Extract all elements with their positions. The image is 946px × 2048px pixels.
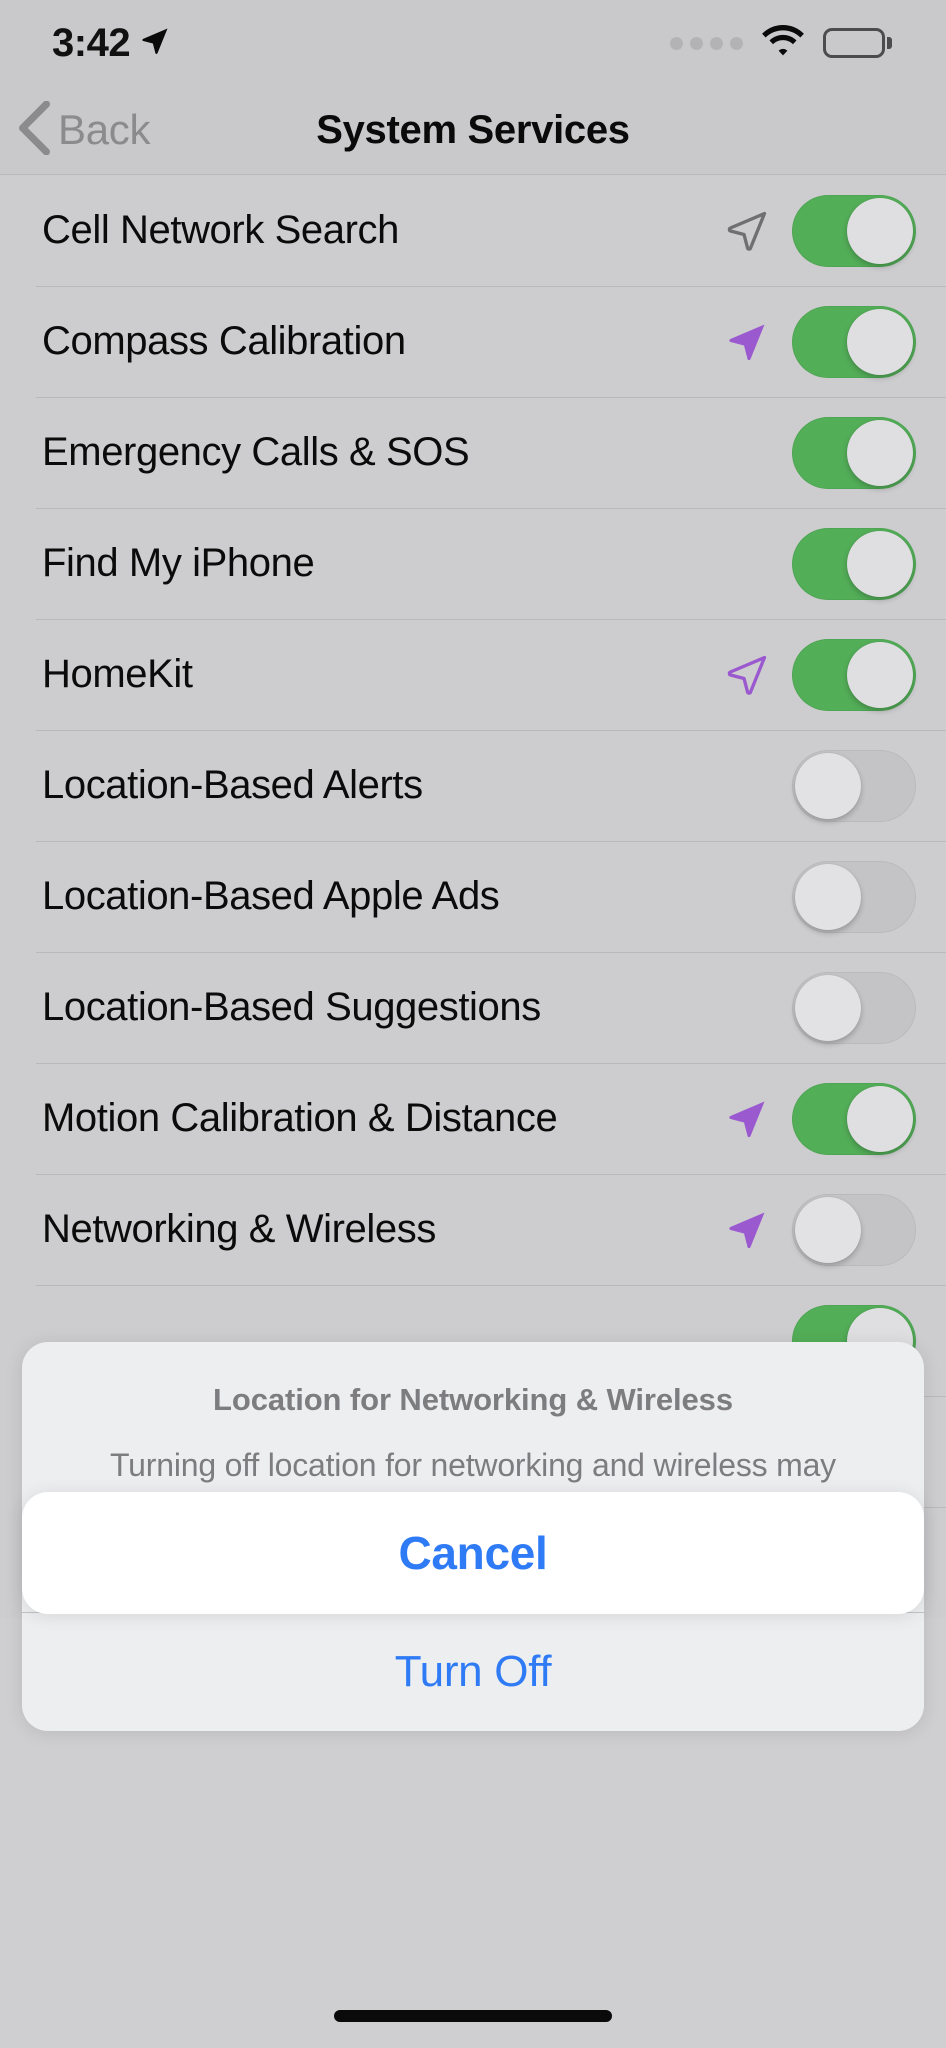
toggle-knob [795, 864, 861, 930]
row-label: Emergency Calls & SOS [42, 430, 726, 475]
toggle-knob [795, 975, 861, 1041]
location-arrow-icon [726, 1098, 768, 1140]
table-row[interactable]: Cell Network Search [0, 175, 946, 286]
toggle-switch[interactable] [792, 528, 916, 600]
cellular-signal-icon [670, 37, 743, 50]
row-accessory [726, 528, 916, 600]
toggle-switch[interactable] [792, 1194, 916, 1266]
location-arrow-icon [726, 1209, 768, 1251]
location-arrow-icon [140, 26, 170, 61]
row-accessory [726, 1194, 916, 1266]
status-bar: 3:42 [0, 0, 946, 86]
row-label: Motion Calibration & Distance [42, 1096, 726, 1141]
location-arrow-icon [726, 210, 768, 252]
toggle-switch[interactable] [792, 639, 916, 711]
table-row[interactable]: Location-Based Apple Ads [0, 841, 946, 952]
toggle-knob [847, 642, 913, 708]
location-arrow-icon [726, 321, 768, 363]
row-label: Location-Based Apple Ads [42, 874, 726, 919]
table-row[interactable]: Emergency Calls & SOS [0, 397, 946, 508]
toggle-knob [847, 309, 913, 375]
row-accessory [726, 417, 916, 489]
wifi-icon [761, 25, 805, 62]
back-label: Back [58, 106, 150, 154]
iphone-screen: 3:42 [0, 0, 946, 2048]
table-row[interactable]: Motion Calibration & Distance [0, 1063, 946, 1174]
battery-icon [823, 28, 892, 58]
table-row[interactable]: Find My iPhone [0, 508, 946, 619]
back-button[interactable]: Back [18, 101, 150, 160]
toggle-knob [795, 1197, 861, 1263]
cancel-sheet: Cancel [22, 1492, 924, 1614]
toggle-switch[interactable] [792, 417, 916, 489]
location-arrow-icon [726, 654, 768, 696]
row-accessory [726, 750, 916, 822]
table-row[interactable]: Compass Calibration [0, 286, 946, 397]
toggle-switch[interactable] [792, 195, 916, 267]
toggle-switch[interactable] [792, 306, 916, 378]
row-label: HomeKit [42, 652, 726, 697]
toggle-switch[interactable] [792, 1083, 916, 1155]
status-bar-clock: 3:42 [52, 21, 130, 66]
toggle-knob [847, 420, 913, 486]
home-indicator[interactable] [334, 2010, 612, 2022]
toggle-knob [847, 198, 913, 264]
row-label: Networking & Wireless [42, 1207, 726, 1252]
table-row[interactable]: Networking & Wireless [0, 1174, 946, 1285]
toggle-knob [847, 1086, 913, 1152]
cancel-button[interactable]: Cancel [22, 1492, 924, 1614]
action-sheet-title: Location for Networking & Wireless [80, 1382, 866, 1418]
row-label: Location-Based Suggestions [42, 985, 726, 1030]
row-accessory [726, 639, 916, 711]
row-accessory [726, 306, 916, 378]
row-label: Find My iPhone [42, 541, 726, 586]
row-accessory [726, 1083, 916, 1155]
table-row[interactable]: HomeKit [0, 619, 946, 730]
row-accessory [726, 972, 916, 1044]
status-bar-right [670, 25, 892, 62]
status-bar-left: 3:42 [52, 21, 170, 66]
toggle-knob [795, 753, 861, 819]
turn-off-button[interactable]: Turn Off [22, 1613, 924, 1731]
toggle-switch[interactable] [792, 861, 916, 933]
row-label: Cell Network Search [42, 208, 726, 253]
toggle-switch[interactable] [792, 750, 916, 822]
row-accessory [726, 861, 916, 933]
toggle-switch[interactable] [792, 972, 916, 1044]
row-label: Compass Calibration [42, 319, 726, 364]
row-label: Location-Based Alerts [42, 763, 726, 808]
chevron-left-icon [18, 101, 52, 160]
table-row[interactable]: Location-Based Suggestions [0, 952, 946, 1063]
row-accessory [726, 195, 916, 267]
table-row[interactable]: Location-Based Alerts [0, 730, 946, 841]
navigation-bar: Back System Services [0, 86, 946, 174]
toggle-knob [847, 531, 913, 597]
